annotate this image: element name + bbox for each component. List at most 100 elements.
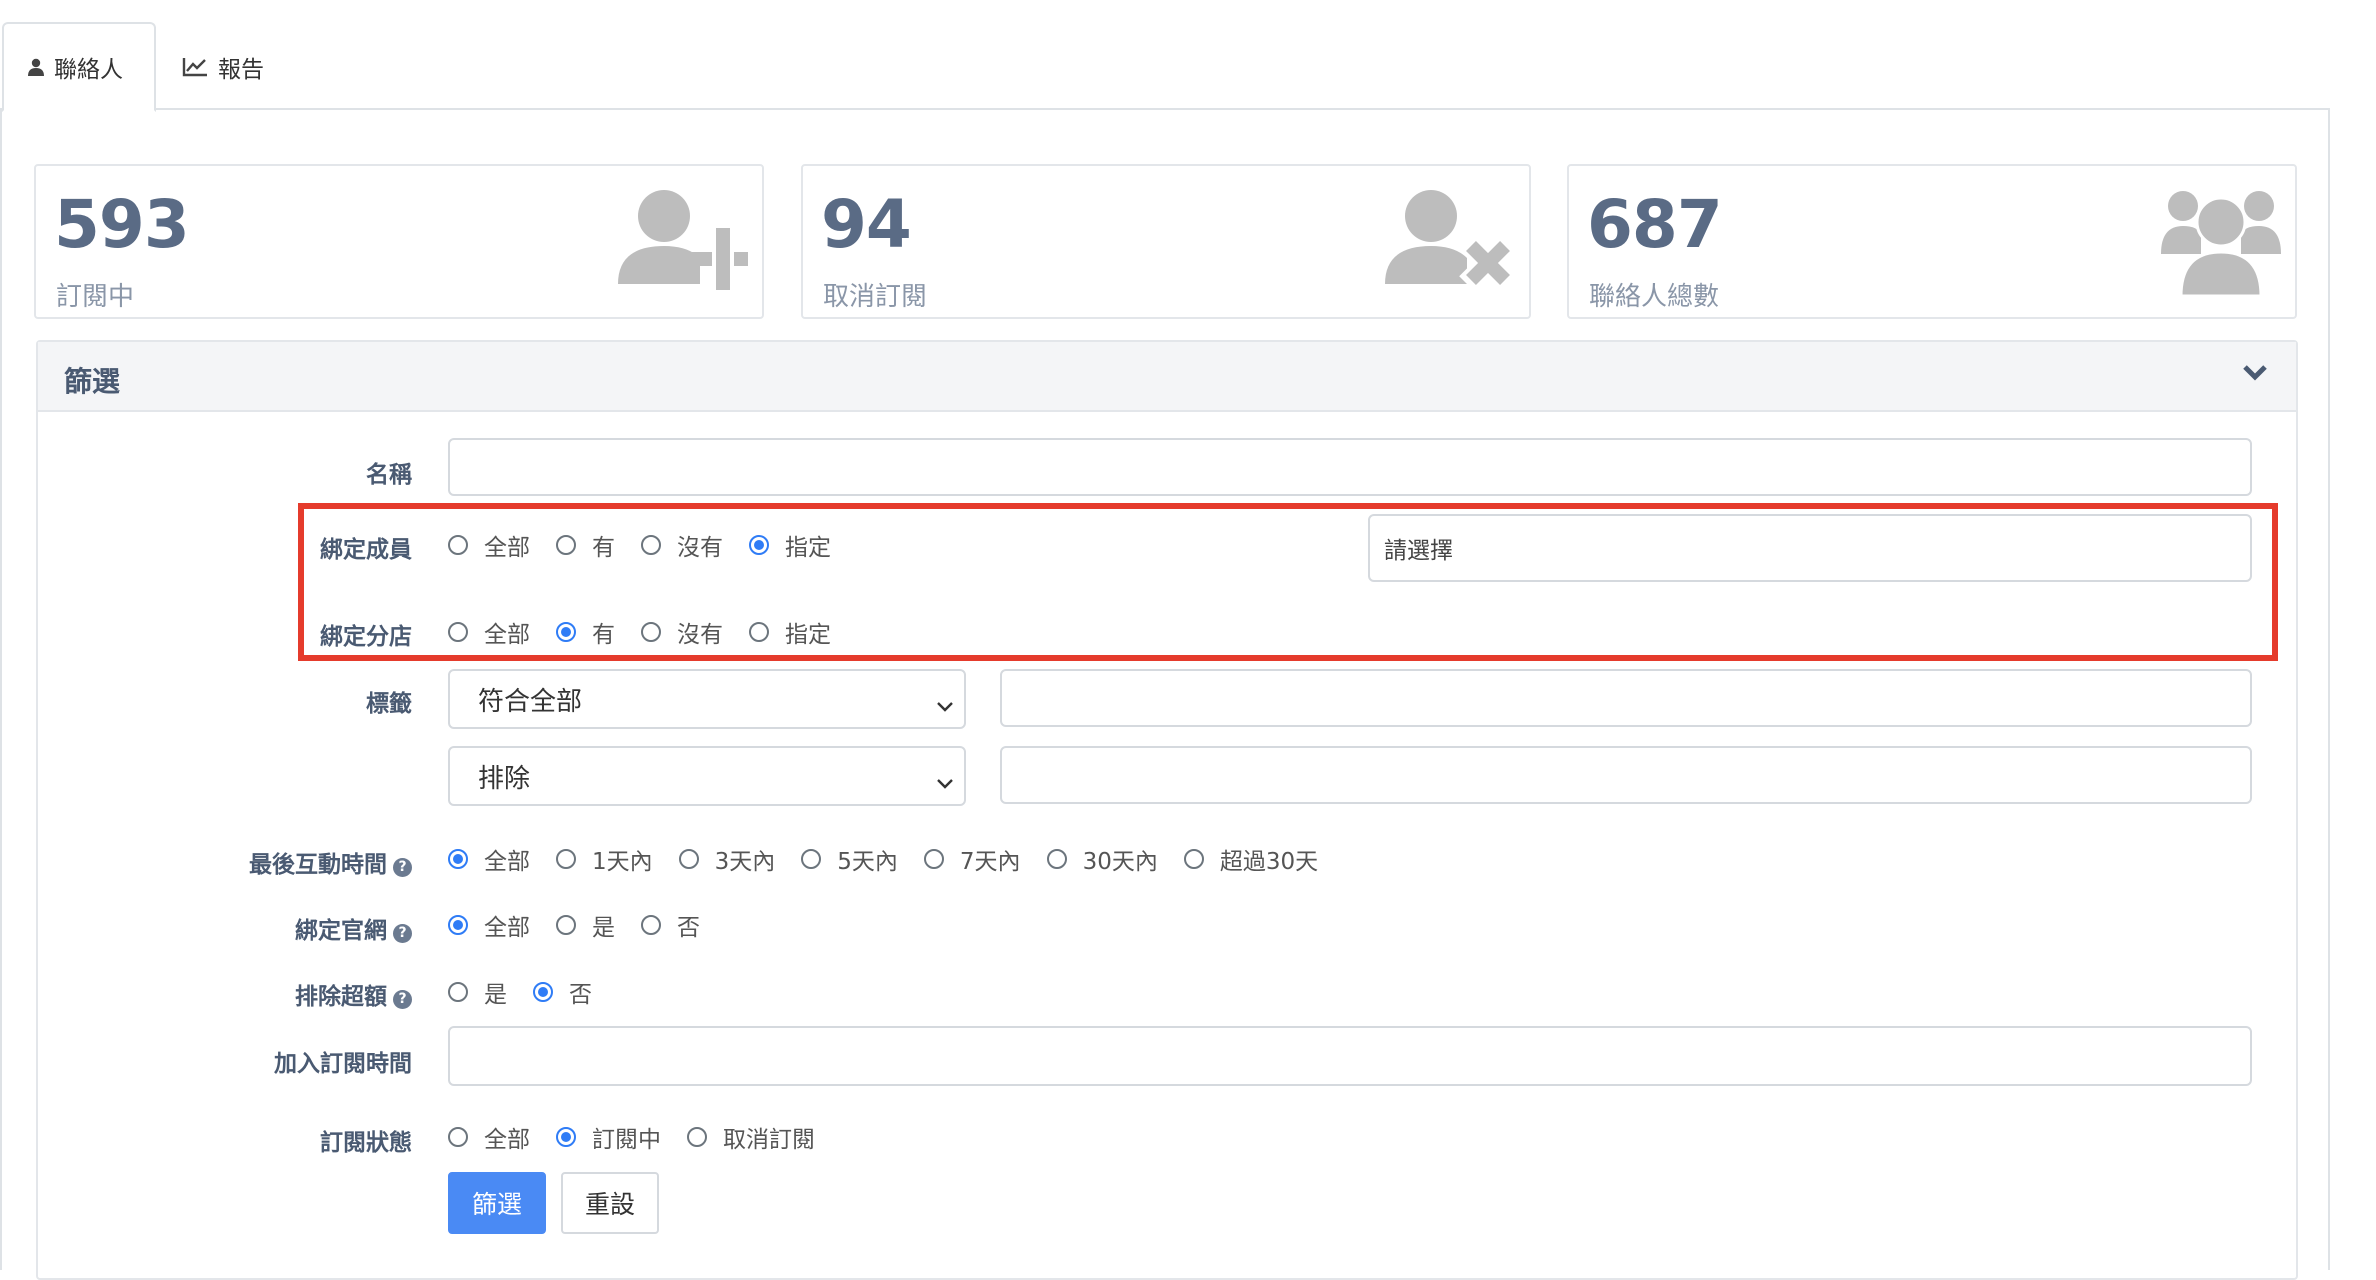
tags-match-input[interactable] <box>1000 669 2252 727</box>
sub-status-label: 訂閱狀態 <box>320 1130 412 1156</box>
bind-branch-option-specify[interactable]: 指定 <box>749 615 831 649</box>
radio[interactable] <box>448 982 468 1002</box>
bind-branch-option-no[interactable]: 沒有 <box>641 615 723 649</box>
radio-label: 指定 <box>785 622 831 648</box>
radio[interactable] <box>448 1127 468 1147</box>
chevron-down-icon <box>936 691 954 721</box>
radio[interactable] <box>678 849 699 869</box>
radio-label: 指定 <box>785 535 831 561</box>
bind-member-option-yes[interactable]: 有 <box>556 528 615 562</box>
radio[interactable] <box>1046 849 1067 869</box>
radio[interactable] <box>448 622 468 642</box>
radio[interactable] <box>1183 849 1204 869</box>
filter-panel-header[interactable]: 篩選 <box>38 342 2296 412</box>
radio-label: 訂閱中 <box>592 1127 661 1153</box>
bind-website-label-text: 綁定官網 <box>295 918 387 944</box>
filter-reset-button[interactable]: 重設 <box>561 1172 659 1234</box>
users-icon <box>2161 184 2281 303</box>
tags-match-select-value: 符合全部 <box>478 686 583 717</box>
stat-label: 訂閱中 <box>56 282 135 312</box>
bind-website-option[interactable]: 全部 <box>448 908 530 942</box>
exclude-over-option[interactable]: 是 <box>448 975 507 1009</box>
last-interaction-radio-group: 全部 1天內 3天內 5天內 7天內 30天內 超過30天 <box>448 842 1344 876</box>
bind-website-option[interactable]: 否 <box>641 908 700 942</box>
last-interaction-option[interactable]: 超過30天 <box>1183 842 1318 876</box>
radio[interactable] <box>641 622 661 642</box>
question-icon[interactable]: ? <box>393 858 412 877</box>
last-interaction-option[interactable]: 3天內 <box>678 842 776 876</box>
user-times-icon <box>1385 184 1517 298</box>
tags-exclude-select[interactable]: 排除 <box>448 746 966 806</box>
radio[interactable] <box>448 535 468 555</box>
last-interaction-option[interactable]: 全部 <box>448 842 530 876</box>
bind-branch-option-yes[interactable]: 有 <box>556 615 615 649</box>
chevron-down-icon <box>936 768 954 798</box>
last-interaction-option[interactable]: 5天內 <box>801 842 898 876</box>
radio[interactable] <box>641 535 661 555</box>
radio[interactable] <box>801 849 822 869</box>
tab-contacts[interactable]: 聯絡人 <box>2 22 156 112</box>
join-time-label: 加入訂閱時間 <box>274 1051 412 1077</box>
tags-label: 標籤 <box>366 691 412 717</box>
sub-status-option[interactable]: 取消訂閱 <box>687 1120 815 1154</box>
radio[interactable] <box>749 622 769 642</box>
bind-member-select[interactable]: 請選擇 <box>1368 514 2252 582</box>
radio-label: 沒有 <box>677 622 723 648</box>
join-time-input[interactable] <box>448 1026 2252 1086</box>
stat-card-unsubscribed: 94 取消訂閱 <box>801 164 1531 319</box>
radio-label: 全部 <box>484 915 530 941</box>
name-input[interactable] <box>448 438 2252 496</box>
tab-reports[interactable]: 報告 <box>158 22 318 112</box>
radio-selected[interactable] <box>448 915 468 935</box>
bind-member-radio-group: 全部 有 沒有 指定 <box>448 528 857 562</box>
radio-selected[interactable] <box>533 982 553 1002</box>
question-icon[interactable]: ? <box>393 924 412 943</box>
radio-label: 是 <box>592 915 615 941</box>
tags-match-select[interactable]: 符合全部 <box>448 669 966 729</box>
radio-label: 沒有 <box>677 535 723 561</box>
sub-status-radio-group: 全部 訂閱中 取消訂閱 <box>448 1120 841 1154</box>
radio-selected[interactable] <box>448 849 468 869</box>
radio-selected[interactable] <box>749 535 769 555</box>
exclude-over-label: 排除超額? <box>295 977 412 1011</box>
last-interaction-option[interactable]: 30天內 <box>1046 842 1158 876</box>
radio[interactable] <box>556 915 576 935</box>
radio[interactable] <box>687 1127 707 1147</box>
name-label: 名稱 <box>366 462 412 488</box>
last-interaction-option[interactable]: 1天內 <box>556 842 653 876</box>
filter-submit-button[interactable]: 篩選 <box>448 1172 546 1234</box>
radio-label: 3天內 <box>714 849 776 875</box>
radio-label: 全部 <box>484 1127 530 1153</box>
bind-member-option-no[interactable]: 沒有 <box>641 528 723 562</box>
bind-member-option-specify[interactable]: 指定 <box>749 528 831 562</box>
exclude-over-option[interactable]: 否 <box>533 975 592 1009</box>
chevron-down-icon[interactable] <box>2242 364 2268 386</box>
radio-selected[interactable] <box>556 1127 576 1147</box>
radio[interactable] <box>556 535 576 555</box>
radio-label: 7天內 <box>959 849 1021 875</box>
radio-label: 5天內 <box>837 849 898 875</box>
stat-value: 94 <box>821 186 912 263</box>
bind-website-option[interactable]: 是 <box>556 908 615 942</box>
bind-branch-label: 綁定分店 <box>320 624 412 650</box>
last-interaction-option[interactable]: 7天內 <box>923 842 1021 876</box>
question-icon[interactable]: ? <box>393 990 412 1009</box>
radio-label: 30天內 <box>1082 849 1158 875</box>
radio-label: 是 <box>484 982 507 1008</box>
radio-label: 否 <box>677 915 700 941</box>
sub-status-option[interactable]: 全部 <box>448 1120 530 1154</box>
radio-selected[interactable] <box>556 622 576 642</box>
stat-card-subscribed: 593 訂閱中 <box>34 164 764 319</box>
sub-status-option[interactable]: 訂閱中 <box>556 1120 661 1154</box>
tags-exclude-input[interactable] <box>1000 746 2252 804</box>
radio[interactable] <box>556 849 576 869</box>
radio[interactable] <box>923 849 944 869</box>
bind-member-label: 綁定成員 <box>320 537 412 563</box>
tab-reports-label: 報告 <box>218 57 264 83</box>
radio-label: 全部 <box>484 622 530 648</box>
bind-website-radio-group: 全部 是 否 <box>448 908 726 942</box>
bind-branch-option-all[interactable]: 全部 <box>448 615 530 649</box>
radio[interactable] <box>641 915 661 935</box>
bind-member-option-all[interactable]: 全部 <box>448 528 530 562</box>
stat-label: 聯絡人總數 <box>1589 282 1720 312</box>
